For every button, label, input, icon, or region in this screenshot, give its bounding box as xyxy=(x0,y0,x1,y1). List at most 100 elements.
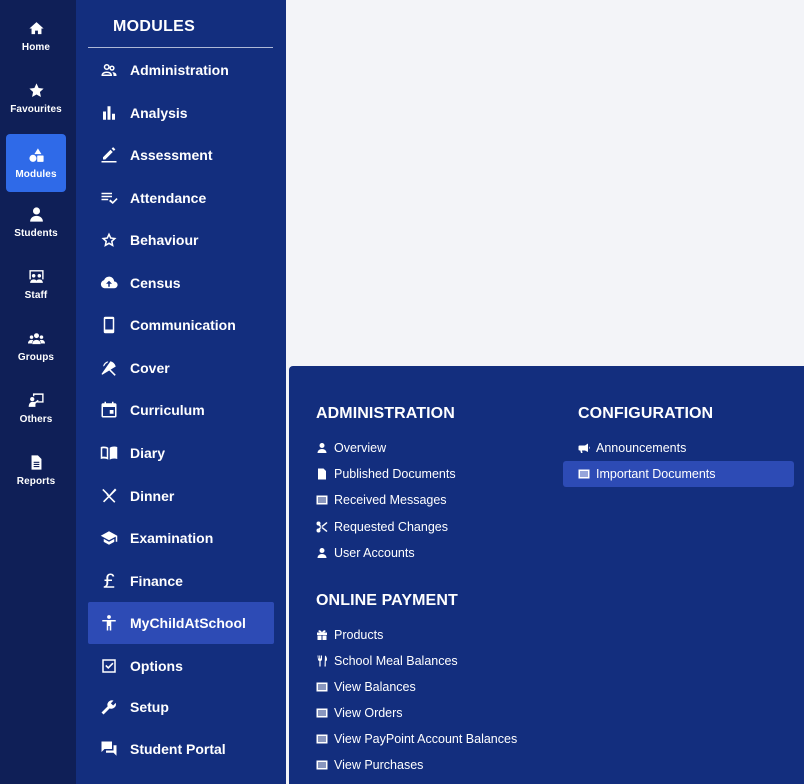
link-published-documents[interactable]: Published Documents xyxy=(316,461,456,487)
rail-item-label: Students xyxy=(14,228,58,239)
rail-item-label: Others xyxy=(19,414,53,425)
module-item-finance[interactable]: Finance xyxy=(88,563,274,599)
chalkboard-user-icon xyxy=(27,391,45,409)
link-label: Requested Changes xyxy=(334,520,448,534)
chat-icon xyxy=(88,740,130,758)
module-item-examination[interactable]: Examination xyxy=(88,520,274,556)
module-item-label: Options xyxy=(130,658,183,674)
list-icon xyxy=(316,681,334,693)
link-label: Important Documents xyxy=(596,467,716,481)
module-item-label: Assessment xyxy=(130,147,213,163)
cutlery-icon xyxy=(316,655,334,667)
module-item-options[interactable]: Options xyxy=(88,648,274,684)
rail-item-modules[interactable]: Modules xyxy=(6,134,66,192)
link-announcements[interactable]: Announcements xyxy=(578,435,686,461)
child-icon xyxy=(88,614,130,632)
rail-item-label: Modules xyxy=(15,169,57,180)
link-label: View Purchases xyxy=(334,758,424,772)
divider xyxy=(88,47,273,48)
module-item-dinner[interactable]: Dinner xyxy=(88,478,274,514)
list-check-icon xyxy=(88,189,130,207)
module-item-label: MyChildAtSchool xyxy=(130,615,246,631)
rail-item-label: Favourites xyxy=(10,104,62,115)
module-item-label: Setup xyxy=(130,699,169,715)
megaphone-icon xyxy=(578,442,596,454)
list-icon xyxy=(316,759,334,771)
rail-item-others[interactable]: Others xyxy=(6,379,66,437)
user-icon xyxy=(27,205,45,223)
umbrella-icon xyxy=(88,359,130,377)
module-item-communication[interactable]: Communication xyxy=(88,307,274,343)
module-item-label: Examination xyxy=(130,530,214,546)
rail-item-label: Staff xyxy=(24,290,48,301)
link-label: View Orders xyxy=(334,706,403,720)
modules-menu: MODULES Administration Analysis Assessme… xyxy=(76,0,286,784)
module-item-behaviour[interactable]: Behaviour xyxy=(88,222,274,258)
module-item-student-portal[interactable]: Student Portal xyxy=(88,731,274,767)
module-item-census[interactable]: Census xyxy=(88,265,274,301)
rail-item-label: Groups xyxy=(17,352,55,363)
rail-item-label: Reports xyxy=(16,476,56,487)
mychildatschool-submenu: ADMINISTRATION Overview Published Docume… xyxy=(289,366,804,784)
rail-item-students[interactable]: Students xyxy=(6,193,66,251)
link-user-accounts[interactable]: User Accounts xyxy=(316,540,415,566)
module-item-label: Dinner xyxy=(130,488,175,504)
link-school-meal-balances[interactable]: School Meal Balances xyxy=(316,648,458,674)
gift-icon xyxy=(316,629,334,641)
icon-rail: Home Favourites Modules Students Staff G… xyxy=(0,0,76,784)
rail-item-home[interactable]: Home xyxy=(6,7,66,65)
list-icon xyxy=(316,494,334,506)
link-label: User Accounts xyxy=(334,546,415,560)
cutlery-icon xyxy=(88,487,130,505)
link-important-documents[interactable]: Important Documents xyxy=(563,461,794,487)
module-item-analysis[interactable]: Analysis xyxy=(88,95,274,131)
link-view-balances[interactable]: View Balances xyxy=(316,674,416,700)
link-label: School Meal Balances xyxy=(334,654,458,668)
link-requested-changes[interactable]: Requested Changes xyxy=(316,514,448,540)
module-item-cover[interactable]: Cover xyxy=(88,350,274,386)
link-label: Received Messages xyxy=(334,493,447,507)
people-icon xyxy=(88,61,130,79)
module-item-label: Analysis xyxy=(130,105,188,121)
rail-item-reports[interactable]: Reports xyxy=(6,441,66,499)
user-icon xyxy=(316,442,334,454)
module-item-diary[interactable]: Diary xyxy=(88,435,274,471)
module-item-setup[interactable]: Setup xyxy=(88,689,274,725)
list-icon xyxy=(316,733,334,745)
link-overview[interactable]: Overview xyxy=(316,435,386,461)
rail-item-groups[interactable]: Groups xyxy=(6,317,66,375)
scissors-icon xyxy=(316,521,334,533)
section-title-online-payment: ONLINE PAYMENT xyxy=(316,592,458,609)
book-icon xyxy=(88,444,130,462)
link-view-orders[interactable]: View Orders xyxy=(316,700,403,726)
module-item-attendance[interactable]: Attendance xyxy=(88,180,274,216)
user-icon xyxy=(316,547,334,559)
link-label: View PayPoint Account Balances xyxy=(334,732,518,746)
module-item-administration[interactable]: Administration xyxy=(88,52,274,88)
link-products[interactable]: Products xyxy=(316,622,383,648)
star-icon xyxy=(27,81,45,99)
list-icon xyxy=(578,468,596,480)
module-item-label: Diary xyxy=(130,445,166,461)
phone-icon xyxy=(88,316,130,334)
wrench-icon xyxy=(88,698,130,716)
module-item-mychildatschool[interactable]: MyChildAtSchool xyxy=(88,602,274,644)
link-label: View Balances xyxy=(334,680,416,694)
module-item-curriculum[interactable]: Curriculum xyxy=(88,392,274,428)
home-icon xyxy=(27,19,45,37)
module-item-label: Finance xyxy=(130,573,183,589)
list-icon xyxy=(316,707,334,719)
link-view-paypoint-account-balances[interactable]: View PayPoint Account Balances xyxy=(316,726,517,752)
link-view-purchases[interactable]: View Purchases xyxy=(316,752,423,778)
rail-item-staff[interactable]: Staff xyxy=(6,255,66,313)
modules-title: MODULES xyxy=(113,18,196,35)
module-item-label: Communication xyxy=(130,317,236,333)
graduation-cap-icon xyxy=(88,529,130,547)
rail-item-favourites[interactable]: Favourites xyxy=(6,69,66,127)
link-received-messages[interactable]: Received Messages xyxy=(316,487,447,513)
module-item-assessment[interactable]: Assessment xyxy=(88,137,274,173)
bar-chart-icon xyxy=(88,104,130,122)
file-icon xyxy=(316,468,334,480)
pound-icon xyxy=(88,572,130,590)
link-label: Overview xyxy=(334,441,387,455)
